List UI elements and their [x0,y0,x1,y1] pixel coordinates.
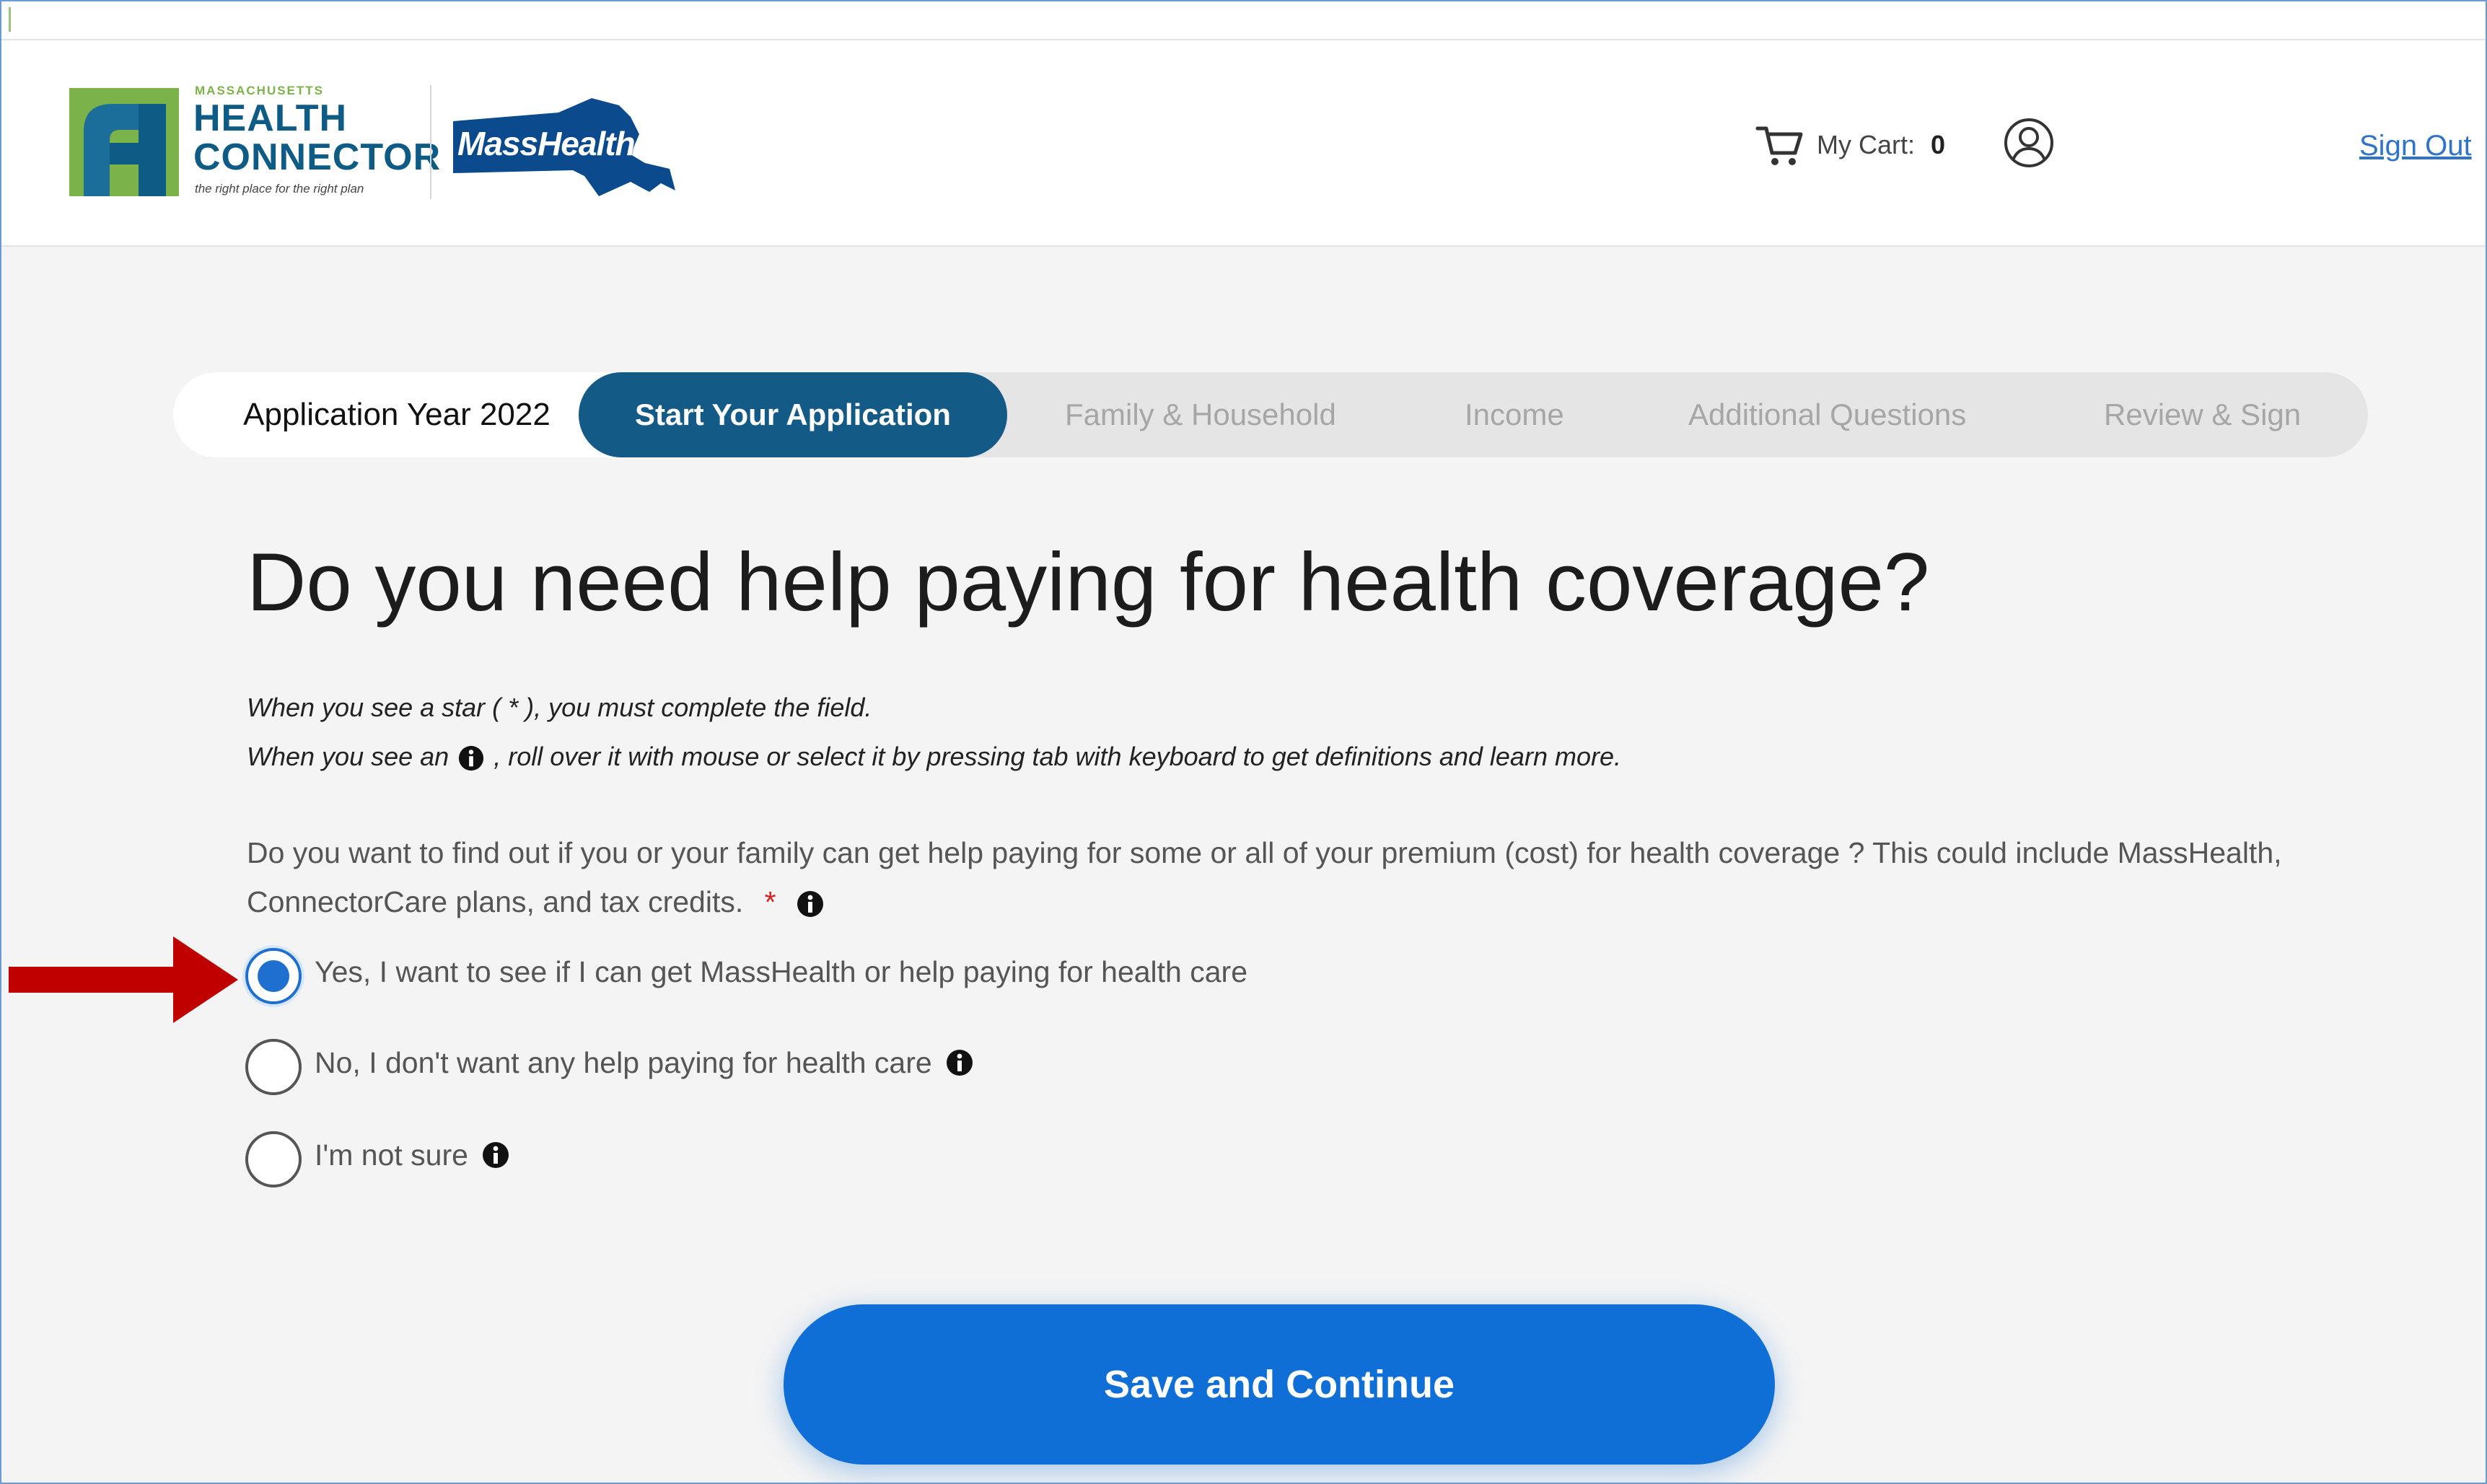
option-no-info-icon[interactable] [945,1048,974,1077]
step-review-sign: Review & Sign [2104,398,2302,431]
logo-tagline: the right place for the right plan [195,182,364,196]
option-not-sure-label: I'm not sure [315,1138,468,1172]
option-yes[interactable]: Yes, I want to see if I can get MassHeal… [245,948,1247,1004]
step-start-application[interactable]: Start Your Application [579,372,1007,457]
cart-link[interactable]: My Cart: 0 [1755,120,1945,170]
cart-count: 0 [1931,130,1946,159]
cart-icon [1755,126,1803,165]
radio-no[interactable] [245,1039,302,1095]
page-title: Do you need help paying for health cover… [247,537,1930,628]
required-marker: * [764,885,776,918]
option-yes-label: Yes, I want to see if I can get MassHeal… [315,954,1248,988]
help-paying-question: Do you want to find out if you or your f… [247,828,2339,926]
app-window: MASSACHUSETTS HEALTH CONNECTOR the right… [0,0,2487,1484]
info-icon-note: When you see an , roll over it with mous… [247,742,1621,772]
masshealth-logo[interactable]: MassHealth [450,84,681,206]
logo-health-text: HEALTH [193,97,348,139]
strip-marker [9,7,11,32]
step-family-household: Family & Household [1065,398,1336,431]
user-icon[interactable] [2003,117,2055,169]
question-info-icon[interactable] [796,890,825,918]
info-icon [459,746,484,771]
masshealth-logo-text: MassHealth [457,125,636,162]
save-and-continue-button[interactable]: Save and Continue [784,1304,1775,1465]
application-year: Application Year 2022 [173,372,620,457]
option-no[interactable]: No, I don't want any help paying for hea… [245,1039,974,1095]
step-income: Income [1465,398,1564,431]
radio-not-sure[interactable] [245,1131,302,1187]
cart-label: My Cart: [1817,130,1916,159]
radio-yes[interactable] [245,948,302,1004]
health-connector-logo[interactable]: MASSACHUSETTS HEALTH CONNECTOR the right… [69,84,440,206]
health-connector-mark-icon [69,88,179,196]
option-no-label: No, I don't want any help paying for hea… [315,1045,932,1079]
option-not-sure-info-icon[interactable] [481,1141,510,1169]
logo-divider [430,85,431,199]
logo-state-text: MASSACHUSETTS [195,84,325,97]
site-header: MASSACHUSETTS HEALTH CONNECTOR the right… [1,40,2486,247]
info-note-text-before: When you see an [247,742,449,771]
info-note-text-after: , roll over it with mouse or select it b… [494,742,1621,771]
browser-top-strip [1,1,2486,40]
question-text: Do you want to find out if you or your f… [247,836,2282,918]
annotation-arrow-icon [9,936,238,1023]
sign-out-link[interactable]: Sign Out [2359,130,2472,162]
application-progress-bar: Application Year 2022 Start Your Applica… [173,372,2368,457]
step-additional-questions: Additional Questions [1688,398,1967,431]
option-not-sure[interactable]: I'm not sure [245,1131,510,1187]
required-field-note: When you see a star ( * ), you must comp… [247,693,872,722]
logo-connector-text: CONNECTOR [193,136,442,178]
